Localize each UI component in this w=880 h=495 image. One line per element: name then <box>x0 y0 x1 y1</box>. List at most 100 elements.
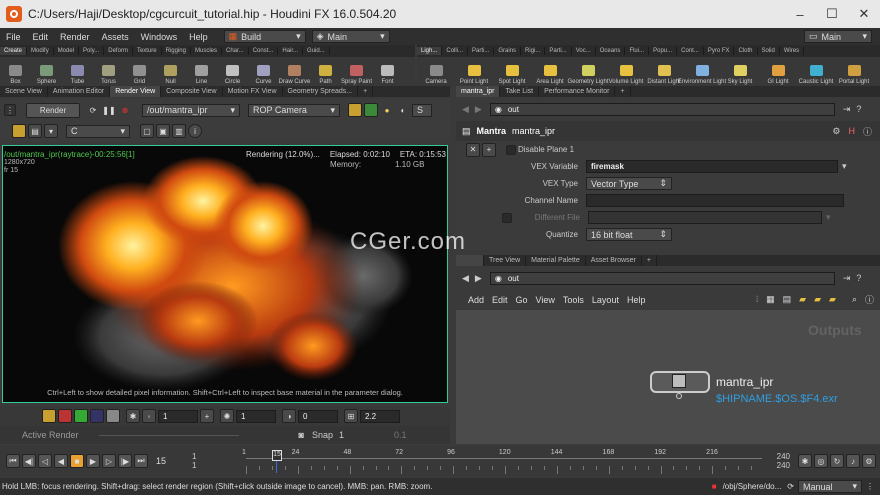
shelf-tab-11[interactable]: Pyro FX <box>704 47 735 55</box>
shelf-tab-5[interactable]: Parti... <box>545 47 572 55</box>
param-help-icon[interactable]: ? <box>856 104 861 114</box>
forward-icon[interactable]: ▶ <box>475 104 482 115</box>
increment-icon[interactable]: + <box>200 409 214 423</box>
shelf-tab-6[interactable]: Voc... <box>572 47 596 55</box>
shelf-tab-2[interactable]: Parti... <box>468 47 495 55</box>
net-menu-view[interactable]: View <box>536 295 555 305</box>
channel-dropdown[interactable]: C ▾ <box>66 124 130 138</box>
render-viewport[interactable] <box>2 145 448 403</box>
shelf-tab-10[interactable]: Hair... <box>278 47 304 55</box>
shelf-tool-point-light[interactable]: Point Light <box>455 57 493 87</box>
play-reverse-icon[interactable]: ◀ <box>54 454 68 468</box>
shelf-tab-4[interactable]: Deform <box>104 47 133 55</box>
add-plane-icon[interactable]: + <box>482 142 496 157</box>
shelf-tool-volume-light[interactable]: Volume Light <box>607 57 645 87</box>
render-button[interactable]: Render <box>26 102 80 118</box>
field-1[interactable]: 1 <box>158 409 198 423</box>
disable-plane-checkbox[interactable] <box>506 144 516 155</box>
pause-icon[interactable]: ❚❚ <box>102 103 116 117</box>
shelf-tool-portal-light[interactable]: Portal Light <box>835 57 873 87</box>
build-dropdown[interactable]: ▦ Build ▾ <box>223 30 306 43</box>
menu-assets[interactable]: Assets <box>96 32 135 42</box>
shelf-tool-sky-light[interactable]: Sky Light <box>721 57 759 87</box>
close-button[interactable]: ✕ <box>848 6 880 22</box>
sticky-icon[interactable]: ▰ <box>814 294 821 305</box>
step-back-icon[interactable]: ◁ <box>38 454 52 468</box>
global-anim-icon[interactable]: ⚙ <box>862 454 876 468</box>
tab-material-palette[interactable]: Material Palette <box>526 255 586 266</box>
display-icon[interactable] <box>12 124 26 138</box>
cook-icon[interactable]: ⟳ <box>787 482 794 491</box>
camera-dropdown[interactable]: ROP Camera ▾ <box>248 103 340 117</box>
shelf-tab-12[interactable]: Cloth <box>734 47 758 55</box>
back-icon[interactable]: ◀ <box>462 104 469 115</box>
gamma-field[interactable]: 2.2 <box>360 409 400 423</box>
search-icon[interactable]: ⌕ <box>852 294 857 305</box>
folder-icon[interactable]: ▰ <box>799 294 806 305</box>
shelf-tool-font[interactable]: Font <box>372 57 403 87</box>
shelf-tab-6[interactable]: Rigging <box>162 47 191 55</box>
shelf-tab-3[interactable]: Poly... <box>79 47 105 55</box>
preview-icon[interactable] <box>348 103 362 117</box>
menu-edit[interactable]: Edit <box>27 32 55 42</box>
prev-key-icon[interactable]: ◀| <box>22 454 36 468</box>
snapshot-icon[interactable]: ◐ <box>396 103 410 117</box>
snap-value[interactable]: 1 <box>339 430 344 440</box>
menu-windows[interactable]: Windows <box>135 32 184 42</box>
net-menu-go[interactable]: Go <box>516 295 528 305</box>
go-end-icon[interactable]: ⏭ <box>134 454 148 468</box>
grid-icon[interactable]: ▦ <box>766 294 775 305</box>
tab-composite-view[interactable]: Composite View <box>161 86 223 97</box>
list-mode-icon[interactable]: ⦙ <box>756 294 758 305</box>
alert-icon[interactable]: ■ <box>712 482 717 491</box>
start-frame-2[interactable]: 1 <box>192 461 196 470</box>
shelf-tool-sphere[interactable]: Sphere <box>31 57 62 87</box>
go-start-icon[interactable]: ⏮ <box>6 454 20 468</box>
tab-animation-editor[interactable]: Animation Editor <box>48 86 111 97</box>
shelf-tool-torus[interactable]: Torus <box>93 57 124 87</box>
shelf-tool-tube[interactable]: Tube <box>62 57 93 87</box>
camera-icon[interactable]: ◙ <box>299 430 304 440</box>
update-mode-dropdown[interactable]: Manual ▾ <box>798 480 862 493</box>
status-path[interactable]: /obj/Sphere/do... <box>723 482 782 491</box>
tab-mantra-ipr[interactable]: mantra_ipr <box>456 86 501 97</box>
minimize-button[interactable]: – <box>784 7 816 22</box>
loop-icon[interactable]: ↻ <box>830 454 844 468</box>
net-pin-icon[interactable]: ⇥ <box>843 273 851 284</box>
shelf-tab-0[interactable]: Create <box>0 47 28 55</box>
add-tab-button[interactable]: + <box>358 86 374 97</box>
shelf-tool-curve[interactable]: Curve <box>248 57 279 87</box>
shelf-tab-14[interactable]: Wires <box>780 47 805 55</box>
shelf-tab-13[interactable]: Solid <box>758 47 780 55</box>
region-icon[interactable] <box>364 103 378 117</box>
shelf-tab-8[interactable]: Char... <box>222 47 249 55</box>
realtime-icon[interactable]: ◎ <box>814 454 828 468</box>
vex-type-dropdown[interactable]: Vector Type ⇕ <box>586 177 672 190</box>
param-node-name[interactable]: mantra_ipr <box>512 126 555 136</box>
audio-icon[interactable]: ♪ <box>846 454 860 468</box>
shelf-tool-box[interactable]: Box <box>0 57 31 87</box>
sample-dropdown[interactable]: S <box>412 103 432 117</box>
zoom-fit-icon[interactable]: ▢ <box>140 124 154 138</box>
shelf-tab-1[interactable]: Modify <box>27 47 54 55</box>
end-frame[interactable]: 240 <box>777 452 790 461</box>
step-forward-icon[interactable]: ▷ <box>102 454 116 468</box>
shelf-tab-9[interactable]: Popu... <box>649 47 678 55</box>
compare-icon[interactable]: ▤ <box>28 124 42 138</box>
current-frame-field[interactable]: 15 <box>156 456 166 466</box>
tab-network-view[interactable] <box>456 255 484 266</box>
shelf-tab-3[interactable]: Grains <box>494 47 522 55</box>
shelf-tab-4[interactable]: Rigi... <box>521 47 546 55</box>
tab-asset-browser[interactable]: Asset Browser <box>586 255 642 266</box>
net-back-icon[interactable]: ◀ <box>462 273 469 284</box>
start-frame[interactable]: 1 <box>192 452 196 461</box>
help-icon[interactable]: H <box>848 126 855 136</box>
shelf-tab-1[interactable]: Colli... <box>442 47 469 55</box>
quantize-dropdown[interactable]: 16 bit float ⇕ <box>586 228 672 241</box>
maximize-button[interactable]: ☐ <box>816 6 848 22</box>
next-key-icon[interactable]: |▶ <box>118 454 132 468</box>
shelf-tool-line[interactable]: Line <box>186 57 217 87</box>
menu-file[interactable]: File <box>0 32 27 42</box>
net-menu-tools[interactable]: Tools <box>563 295 584 305</box>
tab-motion-fx-view[interactable]: Motion FX View <box>223 86 283 97</box>
